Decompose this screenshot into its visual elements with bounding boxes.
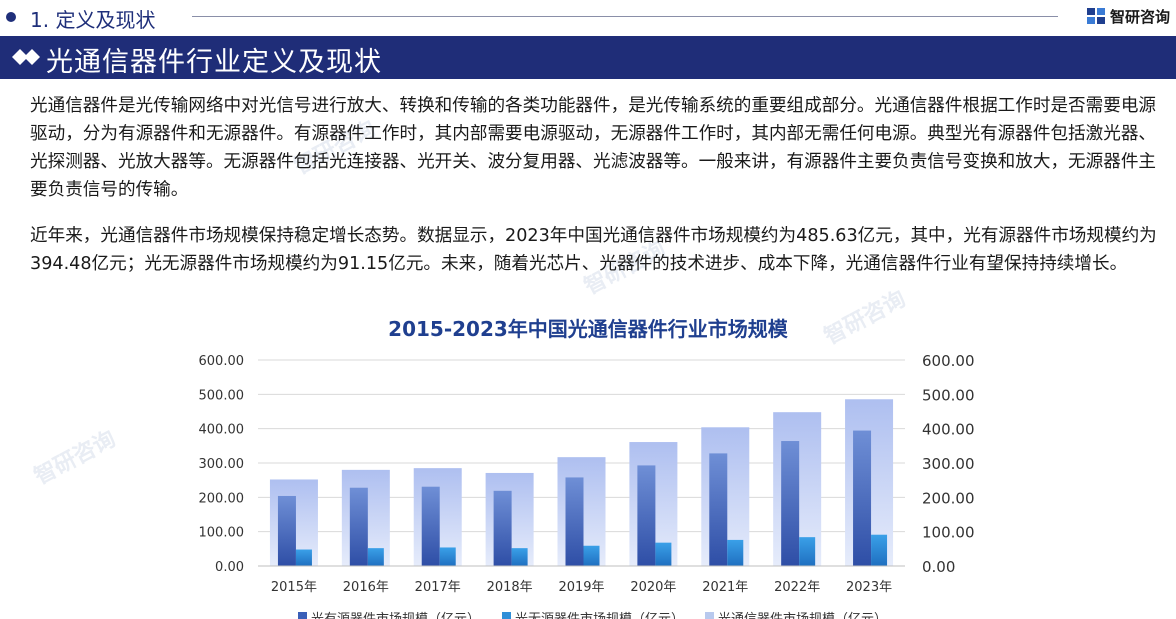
bar-active-devices (277, 495, 296, 566)
y-tick-label-left: 200.00 (199, 491, 245, 506)
title-bar: 光通信器件行业定义及现状 (0, 36, 1176, 79)
header-divider (192, 16, 1058, 17)
bar-passive-devices (583, 545, 600, 566)
bar-active-devices (493, 490, 512, 566)
bar-passive-devices (367, 548, 384, 566)
paragraph-definition: 光通信器件是光传输网络中对光信号进行放大、转换和传输的各类功能器件，是光传输系统… (30, 96, 1157, 200)
bar-passive-devices (799, 537, 816, 566)
section-label: 1. 定义及现状 (30, 8, 156, 32)
y-tick-label-right: 600.00 (922, 352, 975, 370)
y-tick-label-right: 400.00 (922, 421, 975, 439)
bar-active-devices (709, 453, 728, 566)
x-tick-label: 2016年 (343, 580, 389, 595)
y-tick-label-right: 300.00 (922, 455, 975, 473)
diamond-icon (12, 49, 42, 65)
market-size-chart: 0.00 0.00 100.00 100.00 200.00 200.00 300.00 30… (199, 352, 975, 619)
legend-swatch (705, 612, 714, 619)
x-tick-label: 2022年 (774, 580, 820, 595)
y-tick-label-right: 500.00 (922, 386, 975, 404)
bar-active-devices (349, 487, 368, 566)
x-tick-label: 2020年 (630, 580, 676, 595)
x-tick-label: 2015年 (271, 580, 317, 595)
bar-active-devices (853, 430, 872, 566)
legend-label: 光有源器件市场规模（亿元） (311, 611, 480, 619)
section-header: 1. 定义及现状 智研咨询 (0, 0, 1176, 34)
bar-passive-devices (511, 548, 528, 566)
bar-active-devices (565, 477, 584, 566)
bar-passive-devices (295, 549, 312, 566)
logo-icon (1086, 6, 1106, 26)
legend-swatch (502, 612, 511, 619)
brand-logo: 智研咨询 (1086, 5, 1170, 27)
bar-active-devices (781, 441, 800, 566)
x-tick-label: 2018年 (487, 580, 533, 595)
logo-text: 智研咨询 (1109, 7, 1170, 26)
y-tick-label-left: 300.00 (199, 457, 245, 472)
bar-active-devices (421, 486, 440, 566)
x-tick-label: 2023年 (846, 580, 892, 595)
bullet-dot-icon (6, 12, 16, 22)
bar-passive-devices (655, 542, 672, 566)
y-tick-label-right: 0.00 (922, 558, 955, 576)
y-tick-label-left: 500.00 (199, 388, 245, 403)
y-tick-label-left: 600.00 (199, 354, 245, 369)
bar-active-devices (637, 465, 656, 566)
y-tick-label-right: 100.00 (922, 524, 975, 542)
legend-label: 光通信器件市场规模（亿元） (718, 611, 887, 619)
paragraph-status: 近年来，光通信器件市场规模保持稳定增长态势。数据显示，2023年中国光通信器件市… (30, 226, 1157, 274)
y-tick-label-left: 0.00 (215, 560, 244, 575)
bar-passive-devices (871, 534, 888, 566)
x-tick-label: 2017年 (415, 580, 461, 595)
bar-passive-devices (439, 547, 456, 566)
x-tick-label: 2021年 (702, 580, 748, 595)
y-tick-label-left: 400.00 (199, 423, 245, 438)
y-tick-label-right: 200.00 (922, 489, 975, 507)
bar-passive-devices (727, 539, 744, 566)
legend-label: 光无源器件市场规模（亿元） (515, 611, 684, 619)
x-tick-label: 2019年 (558, 580, 604, 595)
chart-title: 2015-2023年中国光通信器件行业市场规模 (388, 317, 788, 341)
y-tick-label-left: 100.00 (199, 526, 245, 541)
legend-swatch (298, 612, 307, 619)
page-title: 光通信器件行业定义及现状 (46, 47, 382, 78)
